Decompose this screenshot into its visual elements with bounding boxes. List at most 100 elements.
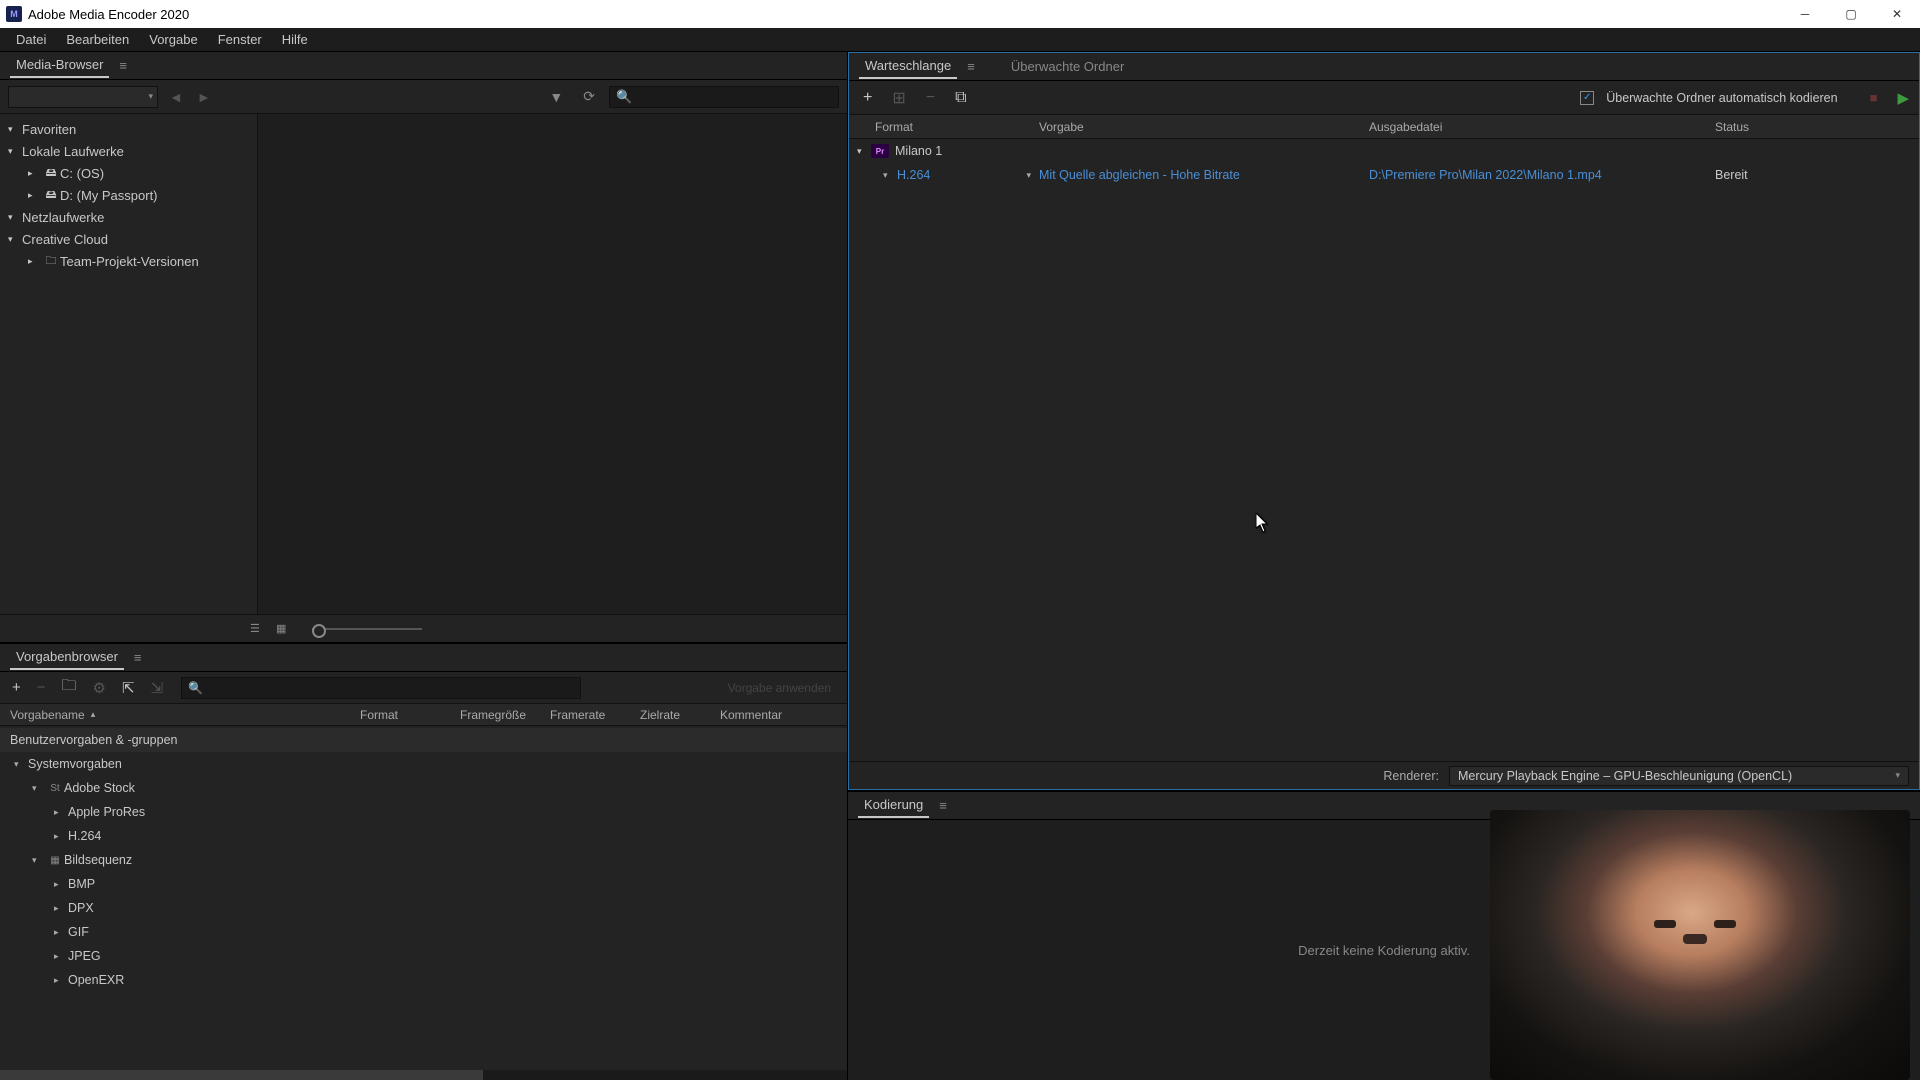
duplicate-icon[interactable]: ⧉ xyxy=(951,89,970,107)
renderer-select[interactable]: Mercury Playback Engine – GPU-Beschleuni… xyxy=(1449,766,1909,786)
search-icon: 🔍 xyxy=(616,89,632,105)
encoding-idle-text: Derzeit keine Kodierung aktiv. xyxy=(1298,943,1470,958)
panel-menu-icon[interactable]: ≡ xyxy=(939,798,947,813)
col-preset[interactable]: Vorgabe xyxy=(1039,120,1369,134)
auto-encode-label: Überwachte Ordner automatisch kodieren xyxy=(1606,91,1837,105)
preset-group-user[interactable]: Benutzervorgaben & -gruppen xyxy=(0,728,847,752)
col-framerate[interactable]: Framerate xyxy=(540,708,630,722)
maximize-button[interactable]: ▢ xyxy=(1828,0,1874,28)
preset-jpeg[interactable]: ▸JPEG xyxy=(0,944,847,968)
preset-bmp[interactable]: ▸BMP xyxy=(0,872,847,896)
list-view-icon[interactable]: ☰ xyxy=(250,622,268,636)
renderer-label: Renderer: xyxy=(1383,769,1439,783)
tree-drive-d[interactable]: ▸🖴D: (My Passport) xyxy=(0,184,257,206)
add-preset-icon[interactable]: + xyxy=(8,679,25,696)
new-group-icon[interactable]: 🗀 xyxy=(58,675,81,700)
remove-preset-icon[interactable]: − xyxy=(33,679,50,696)
menu-edit[interactable]: Bearbeiten xyxy=(56,29,139,50)
path-dropdown[interactable]: ▾ xyxy=(8,86,158,108)
encoding-tab[interactable]: Kodierung xyxy=(858,793,929,818)
thumb-view-icon[interactable]: ▦ xyxy=(276,622,294,636)
thumbnail-size-slider[interactable] xyxy=(312,628,422,630)
import-preset-icon[interactable]: ⇱ xyxy=(118,679,139,697)
folder-icon: 🗀 xyxy=(42,252,60,271)
preset-openexr[interactable]: ▸OpenEXR xyxy=(0,968,847,992)
close-button[interactable]: ✕ xyxy=(1874,0,1920,28)
menu-bar: Datei Bearbeiten Vorgabe Fenster Hilfe xyxy=(0,28,1920,52)
media-browser-tab[interactable]: Media-Browser xyxy=(10,53,109,78)
col-comment[interactable]: Kommentar xyxy=(710,708,847,722)
premiere-icon: Pr xyxy=(871,144,889,158)
add-source-icon[interactable]: + xyxy=(859,89,876,107)
export-preset-icon[interactable]: ⇲ xyxy=(147,679,168,697)
add-output-icon[interactable]: ⊞ xyxy=(888,88,909,108)
preset-search-input[interactable]: 🔍 xyxy=(181,677,581,699)
auto-encode-checkbox[interactable]: ✓ xyxy=(1580,91,1594,105)
col-bitrate[interactable]: Zielrate xyxy=(630,708,710,722)
job-name: Milano 1 xyxy=(895,144,942,158)
preset-browser-tab[interactable]: Vorgabenbrowser xyxy=(10,645,124,670)
format-dropdown-icon[interactable]: ▾ xyxy=(1026,170,1031,181)
output-preset[interactable]: Mit Quelle abgleichen - Hohe Bitrate xyxy=(1039,168,1369,182)
filter-icon[interactable]: ▼ xyxy=(543,89,569,105)
menu-preset[interactable]: Vorgabe xyxy=(139,29,207,50)
panel-menu-icon[interactable]: ≡ xyxy=(134,650,142,665)
nav-forward-icon[interactable]: ► xyxy=(194,89,214,105)
media-content-area xyxy=(258,114,847,614)
media-browser-panel: Media-Browser ≡ ▾ ◄ ► ▼ ⟳ 🔍 ▾Favoriten ▾… xyxy=(0,52,847,642)
col-framesize[interactable]: Framegröße xyxy=(450,708,540,722)
menu-file[interactable]: Datei xyxy=(6,29,56,50)
preset-cat-image-seq[interactable]: ▾▦Bildsequenz xyxy=(0,848,847,872)
col-status[interactable]: Status xyxy=(1715,120,1919,134)
search-icon: 🔍 xyxy=(188,681,203,695)
tree-creative-cloud[interactable]: ▾Creative Cloud xyxy=(0,228,257,250)
nav-back-icon[interactable]: ◄ xyxy=(166,89,186,105)
col-format[interactable]: Format xyxy=(849,120,1039,134)
menu-help[interactable]: Hilfe xyxy=(272,29,318,50)
queue-job[interactable]: ▾ Pr Milano 1 xyxy=(849,139,1919,163)
watch-folders-tab[interactable]: Überwachte Ordner xyxy=(1005,55,1130,78)
tree-network[interactable]: ▾Netzlaufwerke xyxy=(0,206,257,228)
preset-cat-adobe-stock[interactable]: ▾StAdobe Stock xyxy=(0,776,847,800)
preset-h264[interactable]: ▸H.264 xyxy=(0,824,847,848)
stop-queue-icon[interactable]: ■ xyxy=(1870,90,1878,105)
horizontal-scrollbar[interactable] xyxy=(0,1070,847,1080)
panel-menu-icon[interactable]: ≡ xyxy=(967,59,975,74)
output-file[interactable]: D:\Premiere Pro\Milan 2022\Milano 1.mp4 xyxy=(1369,168,1715,182)
preset-group-system[interactable]: ▾Systemvorgaben xyxy=(0,752,847,776)
webcam-overlay xyxy=(1490,810,1910,1080)
chevron-down-icon: ▾ xyxy=(857,146,871,157)
queue-output-row[interactable]: ▾ H.264 ▾ Mit Quelle abgleichen - Hohe B… xyxy=(849,163,1919,187)
media-search-input[interactable]: 🔍 xyxy=(609,86,839,108)
stock-icon: St xyxy=(46,783,64,794)
tree-drive-c[interactable]: ▸🖴C: (OS) xyxy=(0,162,257,184)
minimize-button[interactable]: ─ xyxy=(1782,0,1828,28)
tree-local-drives[interactable]: ▾Lokale Laufwerke xyxy=(0,140,257,162)
col-format[interactable]: Format xyxy=(350,708,450,722)
chevron-down-icon: ▾ xyxy=(1895,770,1900,781)
apply-preset-button[interactable]: Vorgabe anwenden xyxy=(720,678,839,698)
drive-icon: 🖴 xyxy=(42,164,60,183)
output-format[interactable]: H.264 xyxy=(897,168,1026,182)
panel-menu-icon[interactable]: ≡ xyxy=(119,58,127,73)
col-output[interactable]: Ausgabedatei xyxy=(1369,120,1715,134)
queue-tab[interactable]: Warteschlange xyxy=(859,54,957,79)
remove-icon[interactable]: − xyxy=(922,89,939,107)
chevron-down-icon: ▾ xyxy=(883,170,897,181)
start-queue-icon[interactable]: ▶ xyxy=(1897,89,1909,107)
tree-favorites[interactable]: ▾Favoriten xyxy=(0,118,257,140)
col-preset-name[interactable]: Vorgabename▴ xyxy=(0,708,350,722)
menu-window[interactable]: Fenster xyxy=(208,29,272,50)
preset-gif[interactable]: ▸GIF xyxy=(0,920,847,944)
output-status: Bereit xyxy=(1715,168,1919,182)
tree-team-projects[interactable]: ▸🗀Team-Projekt-Versionen xyxy=(0,250,257,272)
media-tree: ▾Favoriten ▾Lokale Laufwerke ▸🖴C: (OS) ▸… xyxy=(0,114,258,614)
ingest-icon[interactable]: ⟳ xyxy=(577,88,601,105)
sort-asc-icon: ▴ xyxy=(91,709,96,720)
preset-browser-panel: Vorgabenbrowser ≡ + − 🗀 ⚙ ⇱ ⇲ 🔍 Vorgabe … xyxy=(0,642,847,1080)
preset-dpx[interactable]: ▸DPX xyxy=(0,896,847,920)
preset-settings-icon[interactable]: ⚙ xyxy=(89,679,110,697)
preset-apple-prores[interactable]: ▸Apple ProRes xyxy=(0,800,847,824)
queue-panel: Warteschlange ≡ Überwachte Ordner + ⊞ − … xyxy=(848,52,1920,790)
app-icon: M xyxy=(6,6,22,22)
